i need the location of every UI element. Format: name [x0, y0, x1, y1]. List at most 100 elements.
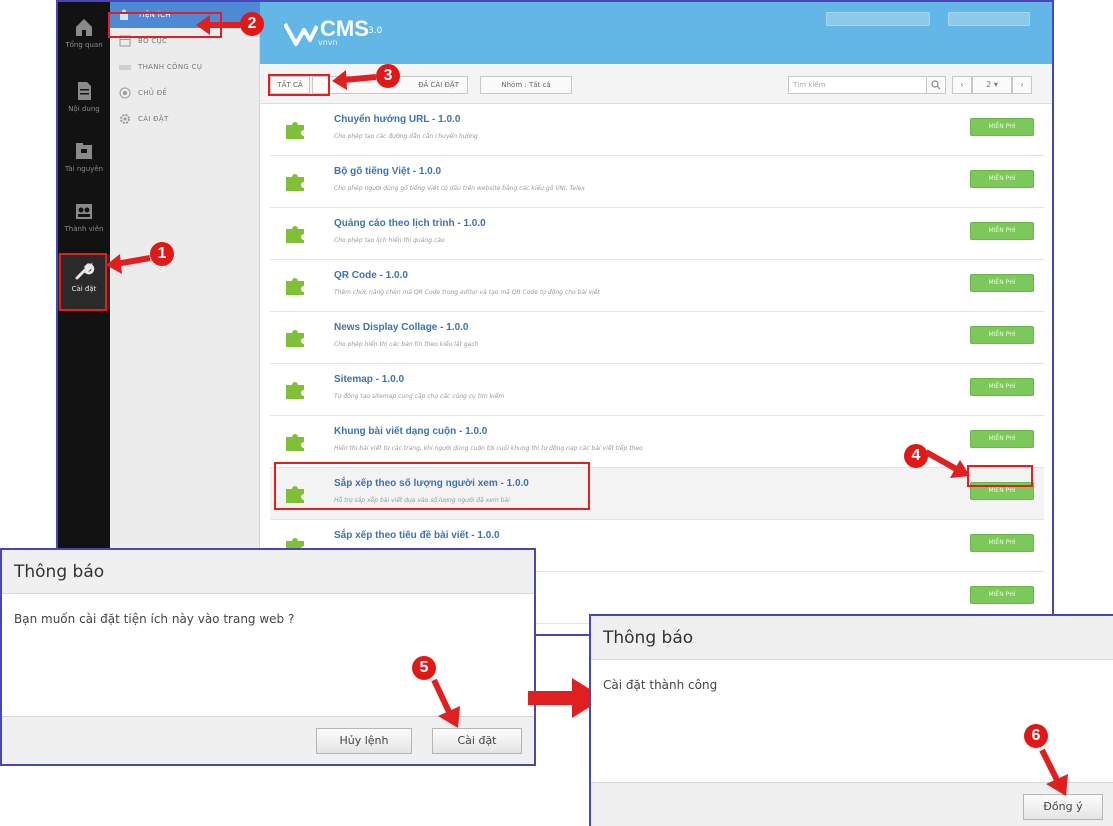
- step-1-badge: 1: [150, 242, 174, 266]
- theme-icon: [119, 87, 131, 99]
- puzzle-icon: [286, 434, 304, 451]
- plugin-description: Cho phép tạo các đường dẫn cần chuyển hư…: [334, 133, 478, 140]
- install-button[interactable]: Cài đặt: [432, 728, 522, 754]
- puzzle-icon: [286, 382, 304, 399]
- rail-item-members[interactable]: Thành viên: [58, 194, 110, 250]
- plugin-title[interactable]: Bộ gõ tiếng Việt - 1.0.0: [334, 166, 441, 177]
- screenshot-stage: Tổng quan Nội dung Tài nguyên Thành viên…: [0, 0, 1113, 826]
- puzzle-icon: [286, 330, 304, 347]
- step-5-arrow-icon: [431, 678, 460, 728]
- chevron-right-icon: ›: [1020, 80, 1024, 89]
- cancel-button[interactable]: Hủy lệnh: [316, 728, 412, 754]
- group-select[interactable]: Nhóm : Tất cả: [480, 76, 572, 94]
- plugin-row: News Display Collage - 1.0.0 Cho phép hiể…: [270, 312, 1044, 364]
- cms-window: Tổng quan Nội dung Tài nguyên Thành viên…: [56, 0, 1054, 636]
- settings-submenu: TIỆN ÍCH BỐ CỤC THANH CÔNG CỤ CHỦ ĐỀ CÀI…: [110, 2, 260, 634]
- free-install-button[interactable]: MIỄN PHÍ: [970, 222, 1034, 240]
- free-install-button[interactable]: MIỄN PHÍ: [970, 274, 1034, 292]
- step-3-arrow-icon: [332, 70, 377, 90]
- free-install-button[interactable]: MIỄN PHÍ: [970, 118, 1034, 136]
- plugin-title[interactable]: Chuyển hướng URL - 1.0.0: [334, 114, 460, 125]
- plugin-title[interactable]: Khung bài viết dạng cuộn - 1.0.0: [334, 426, 487, 437]
- logo-brand: vnvn: [318, 38, 338, 47]
- language-menu-button[interactable]: [948, 12, 1030, 26]
- rail-label: Thành viên: [64, 225, 104, 233]
- free-install-button[interactable]: MIỄN PHÍ: [970, 430, 1034, 448]
- rail-label: Nội dung: [68, 105, 100, 113]
- plugin-title[interactable]: News Display Collage - 1.0.0: [334, 322, 469, 333]
- confirm-dialog: Thông báo Bạn muốn cài đặt tiện ích này …: [0, 548, 536, 766]
- plugin-description: Cho phép người dùng gõ tiếng Việt có dấu…: [334, 185, 585, 192]
- dialog-footer: Đồng ý: [591, 782, 1113, 826]
- header-bar: CMS 3.0 vnvn: [260, 2, 1052, 64]
- prev-page-button[interactable]: ‹: [952, 76, 972, 94]
- rail-item-resources[interactable]: Tài nguyên: [58, 134, 110, 190]
- plugin-row: Chuyển hướng URL - 1.0.0 Cho phép tạo các…: [270, 104, 1044, 156]
- submenu-label: CÀI ĐẶT: [138, 115, 169, 123]
- step-5-badge: 5: [412, 656, 436, 680]
- submenu-label: CHỦ ĐỀ: [138, 89, 168, 97]
- page-select[interactable]: 2 ▾: [972, 76, 1012, 94]
- free-install-button[interactable]: MIỄN PHÍ: [970, 534, 1034, 552]
- plugin-description: Cho phép tạo lịch hiển thị quảng cáo: [334, 237, 445, 244]
- logo-icon: [284, 23, 318, 46]
- step-6-arrow-icon: [1039, 748, 1068, 796]
- free-install-button[interactable]: MIỄN PHÍ: [970, 586, 1034, 604]
- logo-version: 3.0: [368, 26, 383, 36]
- step-6-badge: 6: [1024, 724, 1048, 748]
- rail-item-overview[interactable]: Tổng quan: [58, 10, 110, 66]
- step-3-highlight: [268, 74, 330, 96]
- highlighted-plugin-box: [274, 462, 590, 510]
- puzzle-icon: [286, 278, 304, 295]
- folder-icon: [76, 143, 92, 159]
- free-install-button[interactable]: MIỄN PHÍ: [970, 170, 1034, 188]
- dialog-message: Cài đặt thành công: [603, 678, 718, 692]
- plugin-title[interactable]: Sắp xếp theo tiêu đề bài viết - 1.0.0: [334, 530, 500, 541]
- rail-label: Tổng quan: [65, 41, 103, 49]
- submenu-item-toolbar[interactable]: THANH CÔNG CỤ: [110, 54, 260, 80]
- home-icon: [76, 19, 92, 36]
- plugin-description: Tự động tạo sitemap cung cấp cho các côn…: [334, 393, 505, 400]
- content-area: CMS 3.0 vnvn TẤT CẢ ĐÃ CÀI ĐẶT Nhóm : Tấ…: [260, 2, 1052, 634]
- plugin-row: Sitemap - 1.0.0 Tự động tạo sitemap cung …: [270, 364, 1044, 416]
- plugin-row: QR Code - 1.0.0 Thêm chức năng chèn mã QR…: [270, 260, 1044, 312]
- plugin-description: Hiển thị bài viết từ các trang, khi ngườ…: [334, 445, 643, 452]
- step-2-badge: 2: [240, 12, 264, 36]
- plugin-description: Cho phép hiển thị các bản tin theo kiểu …: [334, 341, 479, 348]
- chevron-left-icon: ‹: [960, 80, 964, 89]
- puzzle-icon: [286, 122, 304, 139]
- toolbar-icon: [119, 65, 131, 70]
- step-1-arrow-icon: [106, 254, 151, 274]
- submenu-label: BỐ CỤC: [138, 37, 168, 45]
- plugin-row: Quảng cáo theo lịch trình - 1.0.0 Cho phé…: [270, 208, 1044, 260]
- puzzle-icon: [286, 226, 304, 243]
- step-2-arrow-icon: [196, 15, 240, 35]
- plugin-row: Bộ gõ tiếng Việt - 1.0.0 Cho phép người d…: [270, 156, 1044, 208]
- free-install-button[interactable]: MIỄN PHÍ: [970, 326, 1034, 344]
- step-4-highlight: [967, 465, 1033, 487]
- users-icon: [76, 204, 92, 219]
- search-icon: [931, 80, 941, 90]
- next-page-button[interactable]: ›: [1012, 76, 1032, 94]
- rail-label: Tài nguyên: [64, 165, 104, 173]
- document-icon: [78, 82, 91, 100]
- dialog-title: Thông báo: [2, 550, 534, 594]
- rail-item-content[interactable]: Nội dung: [58, 74, 110, 130]
- admin-rail: Tổng quan Nội dung Tài nguyên Thành viên…: [58, 2, 110, 634]
- step-1-highlight: [59, 253, 107, 311]
- search-input[interactable]: Tìm kiếm: [788, 76, 928, 94]
- plugin-title[interactable]: QR Code - 1.0.0: [334, 270, 408, 281]
- plugin-title[interactable]: Sitemap - 1.0.0: [334, 374, 404, 385]
- submenu-item-themes[interactable]: CHỦ ĐỀ: [110, 80, 260, 106]
- chevron-down-icon: ▾: [993, 80, 998, 89]
- plugin-title[interactable]: Quảng cáo theo lịch trình - 1.0.0: [334, 218, 486, 229]
- user-menu-button[interactable]: [826, 12, 930, 26]
- step-4-arrow-icon: [924, 449, 970, 478]
- submenu-item-settings[interactable]: CÀI ĐẶT: [110, 106, 260, 132]
- dialog-message: Bạn muốn cài đặt tiện ích này vào trang …: [14, 612, 295, 626]
- puzzle-icon: [286, 174, 304, 191]
- plugin-description: Thêm chức năng chèn mã QR Code trong edi…: [334, 289, 600, 296]
- plugin-list: Chuyển hướng URL - 1.0.0 Cho phép tạo các…: [270, 104, 1044, 624]
- search-button[interactable]: [926, 76, 946, 94]
- free-install-button[interactable]: MIỄN PHÍ: [970, 378, 1034, 396]
